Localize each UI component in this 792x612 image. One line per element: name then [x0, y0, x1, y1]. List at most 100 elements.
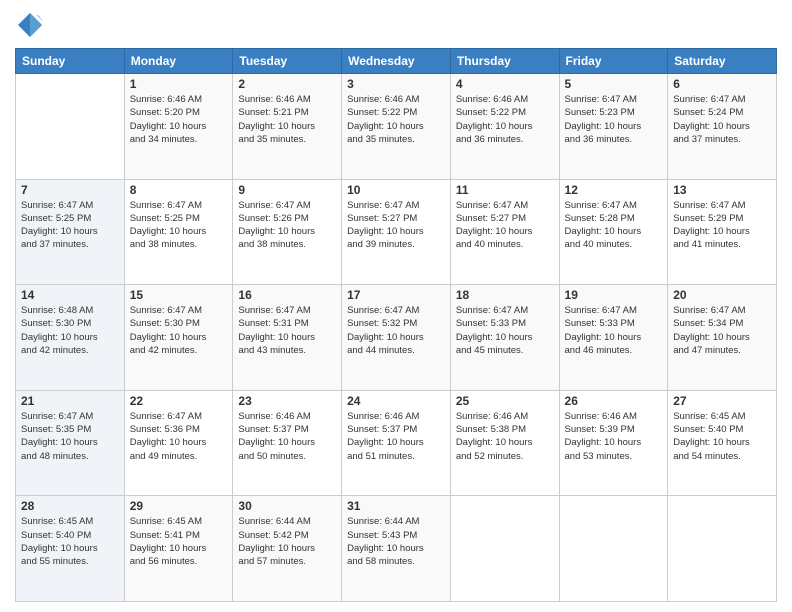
- cell-day-number: 6: [673, 77, 771, 91]
- cell-day-number: 22: [130, 394, 228, 408]
- cell-day-number: 31: [347, 499, 445, 513]
- cell-day-number: 14: [21, 288, 119, 302]
- calendar-cell: 25 Sunrise: 6:46 AM Sunset: 5:38 PM Dayli…: [450, 390, 559, 496]
- calendar-cell: 11 Sunrise: 6:47 AM Sunset: 5:27 PM Dayli…: [450, 179, 559, 285]
- cell-day-number: 1: [130, 77, 228, 91]
- cell-info: Sunrise: 6:47 AM Sunset: 5:29 PM Dayligh…: [673, 199, 771, 252]
- calendar-cell: 19 Sunrise: 6:47 AM Sunset: 5:33 PM Dayli…: [559, 285, 668, 391]
- cell-day-number: 16: [238, 288, 336, 302]
- weekday-header: Friday: [559, 49, 668, 74]
- calendar-cell: 12 Sunrise: 6:47 AM Sunset: 5:28 PM Dayli…: [559, 179, 668, 285]
- weekday-header: Thursday: [450, 49, 559, 74]
- cell-day-number: 23: [238, 394, 336, 408]
- calendar-cell: 10 Sunrise: 6:47 AM Sunset: 5:27 PM Dayli…: [342, 179, 451, 285]
- calendar-cell: 18 Sunrise: 6:47 AM Sunset: 5:33 PM Dayli…: [450, 285, 559, 391]
- calendar-cell: 1 Sunrise: 6:46 AM Sunset: 5:20 PM Daylig…: [124, 74, 233, 180]
- cell-day-number: 12: [565, 183, 663, 197]
- calendar-cell: 5 Sunrise: 6:47 AM Sunset: 5:23 PM Daylig…: [559, 74, 668, 180]
- cell-info: Sunrise: 6:46 AM Sunset: 5:37 PM Dayligh…: [238, 410, 336, 463]
- cell-info: Sunrise: 6:46 AM Sunset: 5:20 PM Dayligh…: [130, 93, 228, 146]
- calendar-cell: 23 Sunrise: 6:46 AM Sunset: 5:37 PM Dayli…: [233, 390, 342, 496]
- calendar-cell: [559, 496, 668, 602]
- cell-info: Sunrise: 6:47 AM Sunset: 5:31 PM Dayligh…: [238, 304, 336, 357]
- calendar-cell: [16, 74, 125, 180]
- cell-info: Sunrise: 6:46 AM Sunset: 5:22 PM Dayligh…: [347, 93, 445, 146]
- calendar-cell: 30 Sunrise: 6:44 AM Sunset: 5:42 PM Dayli…: [233, 496, 342, 602]
- calendar-cell: 16 Sunrise: 6:47 AM Sunset: 5:31 PM Dayli…: [233, 285, 342, 391]
- cell-info: Sunrise: 6:47 AM Sunset: 5:32 PM Dayligh…: [347, 304, 445, 357]
- cell-info: Sunrise: 6:47 AM Sunset: 5:30 PM Dayligh…: [130, 304, 228, 357]
- calendar-cell: 6Sunrise: 6:47 AM Sunset: 5:24 PM Daylig…: [668, 74, 777, 180]
- header: [15, 10, 777, 40]
- cell-day-number: 10: [347, 183, 445, 197]
- cell-day-number: 4: [456, 77, 554, 91]
- weekday-header: Sunday: [16, 49, 125, 74]
- cell-day-number: 13: [673, 183, 771, 197]
- calendar-week-row: 14 Sunrise: 6:48 AM Sunset: 5:30 PM Dayli…: [16, 285, 777, 391]
- calendar-cell: 9Sunrise: 6:47 AM Sunset: 5:26 PM Daylig…: [233, 179, 342, 285]
- cell-day-number: 3: [347, 77, 445, 91]
- weekday-row: SundayMondayTuesdayWednesdayThursdayFrid…: [16, 49, 777, 74]
- cell-day-number: 2: [238, 77, 336, 91]
- calendar-cell: 26Sunrise: 6:46 AM Sunset: 5:39 PM Dayli…: [559, 390, 668, 496]
- calendar-cell: 17 Sunrise: 6:47 AM Sunset: 5:32 PM Dayli…: [342, 285, 451, 391]
- calendar-cell: 14 Sunrise: 6:48 AM Sunset: 5:30 PM Dayli…: [16, 285, 125, 391]
- cell-info: Sunrise: 6:44 AM Sunset: 5:42 PM Dayligh…: [238, 515, 336, 568]
- weekday-header: Tuesday: [233, 49, 342, 74]
- calendar-cell: 15 Sunrise: 6:47 AM Sunset: 5:30 PM Dayli…: [124, 285, 233, 391]
- calendar-cell: 21Sunrise: 6:47 AM Sunset: 5:35 PM Dayli…: [16, 390, 125, 496]
- cell-day-number: 29: [130, 499, 228, 513]
- calendar-cell: 7Sunrise: 6:47 AM Sunset: 5:25 PM Daylig…: [16, 179, 125, 285]
- cell-info: Sunrise: 6:47 AM Sunset: 5:36 PM Dayligh…: [130, 410, 228, 463]
- calendar-cell: 31 Sunrise: 6:44 AM Sunset: 5:43 PM Dayli…: [342, 496, 451, 602]
- cell-day-number: 20: [673, 288, 771, 302]
- cell-info: Sunrise: 6:46 AM Sunset: 5:22 PM Dayligh…: [456, 93, 554, 146]
- cell-info: Sunrise: 6:47 AM Sunset: 5:23 PM Dayligh…: [565, 93, 663, 146]
- cell-info: Sunrise: 6:48 AM Sunset: 5:30 PM Dayligh…: [21, 304, 119, 357]
- logo-icon: [15, 10, 45, 40]
- cell-day-number: 17: [347, 288, 445, 302]
- cell-info: Sunrise: 6:47 AM Sunset: 5:27 PM Dayligh…: [347, 199, 445, 252]
- calendar-cell: 4 Sunrise: 6:46 AM Sunset: 5:22 PM Daylig…: [450, 74, 559, 180]
- calendar-cell: 29Sunrise: 6:45 AM Sunset: 5:41 PM Dayli…: [124, 496, 233, 602]
- cell-day-number: 8: [130, 183, 228, 197]
- cell-info: Sunrise: 6:46 AM Sunset: 5:38 PM Dayligh…: [456, 410, 554, 463]
- cell-info: Sunrise: 6:46 AM Sunset: 5:37 PM Dayligh…: [347, 410, 445, 463]
- cell-info: Sunrise: 6:46 AM Sunset: 5:21 PM Dayligh…: [238, 93, 336, 146]
- cell-day-number: 9: [238, 183, 336, 197]
- calendar-cell: 24 Sunrise: 6:46 AM Sunset: 5:37 PM Dayli…: [342, 390, 451, 496]
- cell-day-number: 5: [565, 77, 663, 91]
- calendar-cell: 13 Sunrise: 6:47 AM Sunset: 5:29 PM Dayli…: [668, 179, 777, 285]
- logo: [15, 10, 49, 40]
- cell-day-number: 15: [130, 288, 228, 302]
- cell-day-number: 11: [456, 183, 554, 197]
- page: SundayMondayTuesdayWednesdayThursdayFrid…: [0, 0, 792, 612]
- calendar-cell: [668, 496, 777, 602]
- calendar-week-row: 1 Sunrise: 6:46 AM Sunset: 5:20 PM Daylig…: [16, 74, 777, 180]
- calendar-table: SundayMondayTuesdayWednesdayThursdayFrid…: [15, 48, 777, 602]
- cell-info: Sunrise: 6:47 AM Sunset: 5:33 PM Dayligh…: [456, 304, 554, 357]
- cell-info: Sunrise: 6:47 AM Sunset: 5:33 PM Dayligh…: [565, 304, 663, 357]
- calendar-cell: 8 Sunrise: 6:47 AM Sunset: 5:25 PM Daylig…: [124, 179, 233, 285]
- cell-info: Sunrise: 6:47 AM Sunset: 5:27 PM Dayligh…: [456, 199, 554, 252]
- cell-day-number: 19: [565, 288, 663, 302]
- weekday-header: Wednesday: [342, 49, 451, 74]
- cell-info: Sunrise: 6:46 AM Sunset: 5:39 PM Dayligh…: [565, 410, 663, 463]
- calendar-cell: 3 Sunrise: 6:46 AM Sunset: 5:22 PM Daylig…: [342, 74, 451, 180]
- cell-info: Sunrise: 6:47 AM Sunset: 5:25 PM Dayligh…: [130, 199, 228, 252]
- cell-day-number: 24: [347, 394, 445, 408]
- cell-day-number: 21: [21, 394, 119, 408]
- calendar-cell: 2 Sunrise: 6:46 AM Sunset: 5:21 PM Daylig…: [233, 74, 342, 180]
- calendar-cell: 28Sunrise: 6:45 AM Sunset: 5:40 PM Dayli…: [16, 496, 125, 602]
- cell-info: Sunrise: 6:44 AM Sunset: 5:43 PM Dayligh…: [347, 515, 445, 568]
- weekday-header: Monday: [124, 49, 233, 74]
- cell-info: Sunrise: 6:47 AM Sunset: 5:28 PM Dayligh…: [565, 199, 663, 252]
- calendar-week-row: 7Sunrise: 6:47 AM Sunset: 5:25 PM Daylig…: [16, 179, 777, 285]
- cell-day-number: 30: [238, 499, 336, 513]
- cell-day-number: 25: [456, 394, 554, 408]
- calendar-cell: 20Sunrise: 6:47 AM Sunset: 5:34 PM Dayli…: [668, 285, 777, 391]
- calendar-cell: [450, 496, 559, 602]
- cell-info: Sunrise: 6:47 AM Sunset: 5:25 PM Dayligh…: [21, 199, 119, 252]
- cell-day-number: 18: [456, 288, 554, 302]
- calendar-header: SundayMondayTuesdayWednesdayThursdayFrid…: [16, 49, 777, 74]
